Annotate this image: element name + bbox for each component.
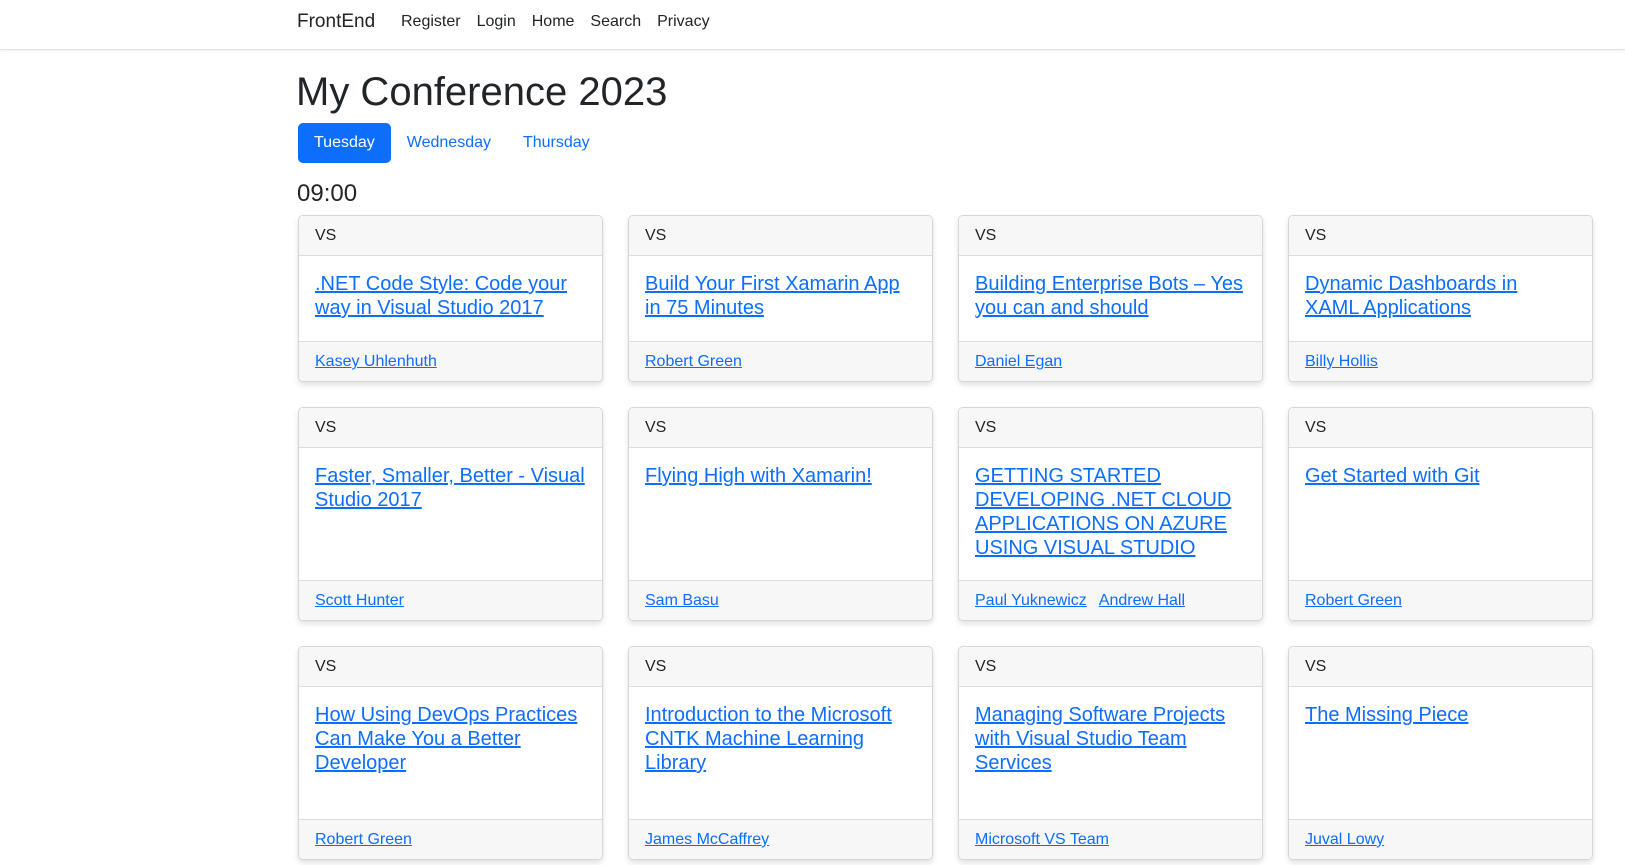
page-title: My Conference 2023 [296,70,668,114]
session-track: VS [629,408,932,448]
session-track: VS [959,408,1262,448]
nav-login-link[interactable]: Login [477,12,516,32]
nav-privacy-link[interactable]: Privacy [657,12,709,32]
session-title-link[interactable]: Build Your First Xamarin App in 75 Minut… [645,273,900,319]
session-title-link[interactable]: Get Started with Git [1305,465,1480,487]
speaker-link[interactable]: James McCaffrey [645,831,769,848]
session-title-link[interactable]: Managing Software Projects with Visual S… [975,704,1225,774]
session-card: VS Building Enterprise Bots – Yes you ca… [958,215,1263,382]
brand-link[interactable]: FrontEnd [297,11,375,33]
nav-search-link[interactable]: Search [590,12,641,32]
session-title-link[interactable]: .NET Code Style: Code your way in Visual… [315,273,567,319]
speaker-link[interactable]: Microsoft VS Team [975,831,1109,848]
speaker-link[interactable]: Robert Green [315,831,412,848]
session-card: VS Dynamic Dashboards in XAML Applicatio… [1288,215,1593,382]
session-speakers: Robert Green [299,819,602,859]
speaker-link[interactable]: Andrew Hall [1099,592,1185,609]
session-title-link[interactable]: The Missing Piece [1305,704,1468,726]
session-speakers: Juval Lowy [1289,819,1592,859]
nav-links: Register Login Home Search Privacy [401,12,710,32]
session-title-link[interactable]: Flying High with Xamarin! [645,465,872,487]
session-title-link[interactable]: How Using DevOps Practices Can Make You … [315,704,577,774]
session-card: VS Build Your First Xamarin App in 75 Mi… [628,215,933,382]
speaker-link[interactable]: Billy Hollis [1305,353,1378,370]
speaker-link[interactable]: Juval Lowy [1305,831,1384,848]
speaker-link[interactable]: Kasey Uhlenhuth [315,353,437,370]
speaker-link[interactable]: Robert Green [1305,592,1402,609]
session-card: VS Faster, Smaller, Better - Visual Stud… [298,407,603,621]
session-card: VS Get Started with Git Robert Green [1288,407,1593,621]
top-navbar: FrontEnd Register Login Home Search Priv… [0,0,1625,50]
session-track: VS [959,216,1262,256]
session-card: VS The Missing Piece Juval Lowy [1288,646,1593,860]
session-title-link[interactable]: Building Enterprise Bots – Yes you can a… [975,273,1243,319]
session-speakers: Robert Green [1289,580,1592,620]
day-tabs: Tuesday Wednesday Thursday [298,123,606,163]
session-grid: VS .NET Code Style: Code your way in Vis… [298,215,1594,860]
nav-home-link[interactable]: Home [532,12,575,32]
session-track: VS [629,647,932,687]
time-slot-heading: 09:00 [297,180,358,207]
nav-register-link[interactable]: Register [401,12,461,32]
session-card: VS Flying High with Xamarin! Sam Basu [628,407,933,621]
session-card: VS Introduction to the Microsoft CNTK Ma… [628,646,933,860]
session-track: VS [299,216,602,256]
session-speakers: Robert Green [629,341,932,381]
session-track: VS [299,408,602,448]
session-card: VS Managing Software Projects with Visua… [958,646,1263,860]
session-title-link[interactable]: Faster, Smaller, Better - Visual Studio … [315,465,585,511]
session-speakers: Scott Hunter [299,580,602,620]
session-title-link[interactable]: Dynamic Dashboards in XAML Applications [1305,273,1517,319]
tab-wednesday[interactable]: Wednesday [391,123,507,163]
session-track: VS [1289,408,1592,448]
session-speakers: Billy Hollis [1289,341,1592,381]
session-title-link[interactable]: GETTING STARTED DEVELOPING .NET CLOUD AP… [975,465,1231,559]
session-speakers: Kasey Uhlenhuth [299,341,602,381]
session-track: VS [299,647,602,687]
session-speakers: Sam Basu [629,580,932,620]
session-title-link[interactable]: Introduction to the Microsoft CNTK Machi… [645,704,892,774]
session-speakers: Paul Yuknewicz Andrew Hall [959,580,1262,620]
speaker-link[interactable]: Scott Hunter [315,592,404,609]
speaker-link[interactable]: Paul Yuknewicz [975,592,1087,609]
session-track: VS [1289,216,1592,256]
session-card: VS How Using DevOps Practices Can Make Y… [298,646,603,860]
session-card: VS GETTING STARTED DEVELOPING .NET CLOUD… [958,407,1263,621]
speaker-link[interactable]: Sam Basu [645,592,719,609]
session-track: VS [1289,647,1592,687]
tab-tuesday[interactable]: Tuesday [298,123,391,163]
tab-thursday[interactable]: Thursday [507,123,606,163]
session-card: VS .NET Code Style: Code your way in Vis… [298,215,603,382]
session-track: VS [959,647,1262,687]
session-speakers: Microsoft VS Team [959,819,1262,859]
session-track: VS [629,216,932,256]
session-speakers: James McCaffrey [629,819,932,859]
speaker-link[interactable]: Robert Green [645,353,742,370]
speaker-link[interactable]: Daniel Egan [975,353,1062,370]
session-speakers: Daniel Egan [959,341,1262,381]
